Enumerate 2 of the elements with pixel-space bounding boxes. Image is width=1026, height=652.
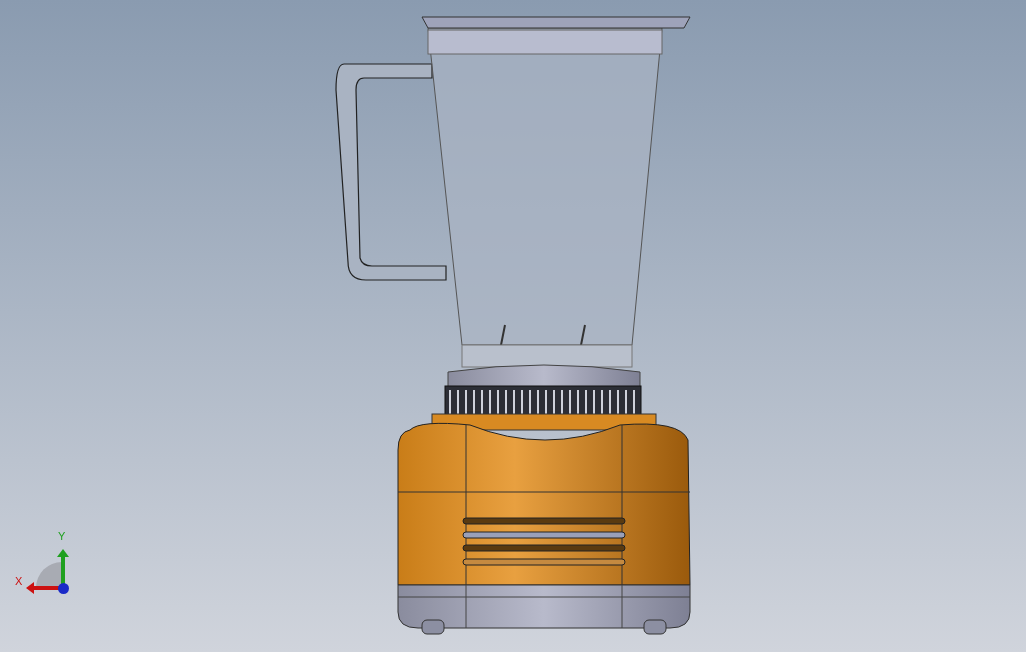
x-axis-label: X xyxy=(15,576,23,587)
y-axis-label: Y xyxy=(58,531,66,542)
